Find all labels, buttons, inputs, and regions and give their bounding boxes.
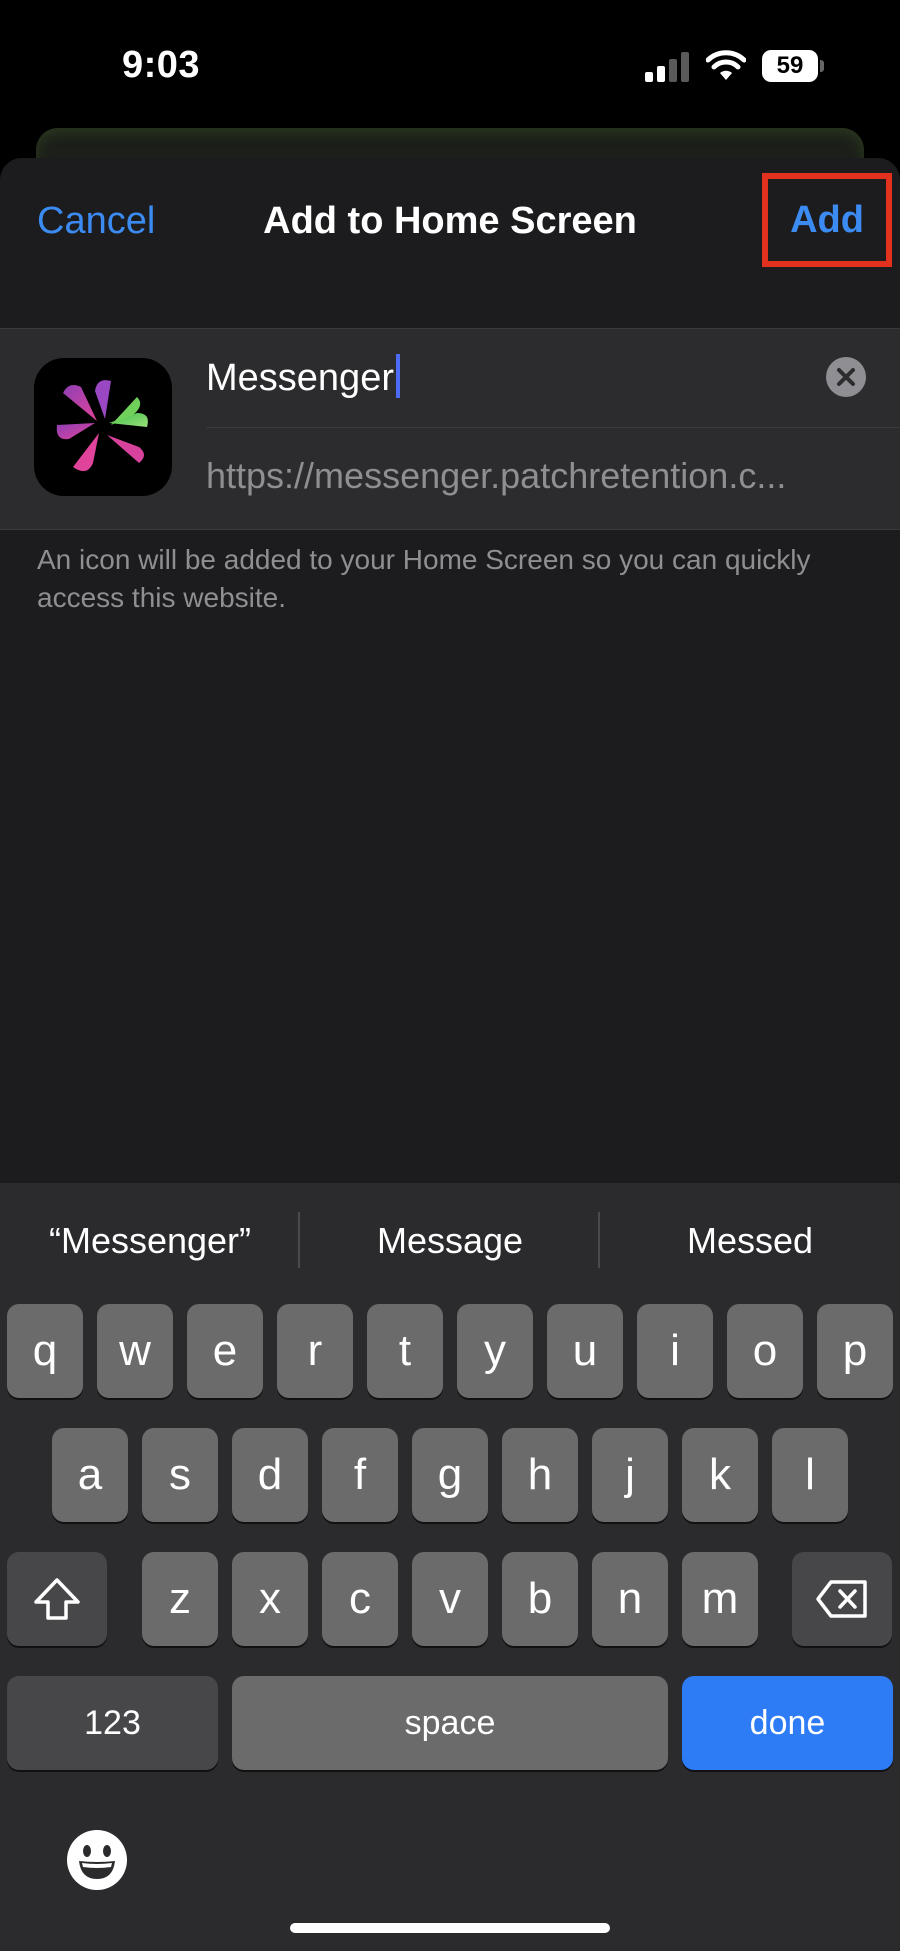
key-i[interactable]: i (637, 1304, 713, 1398)
key-c[interactable]: c (322, 1552, 398, 1646)
delete-key[interactable] (792, 1552, 892, 1646)
key-j[interactable]: j (592, 1428, 668, 1522)
key-v[interactable]: v (412, 1552, 488, 1646)
field-divider (206, 427, 900, 428)
key-h[interactable]: h (502, 1428, 578, 1522)
home-indicator (290, 1923, 610, 1933)
backspace-icon (816, 1580, 867, 1618)
url-text: https://messenger.patchretention.c... (206, 455, 787, 496)
battery-level: 59 (776, 52, 804, 79)
key-w[interactable]: w (97, 1304, 173, 1398)
battery-icon: 59 (762, 50, 824, 82)
key-b[interactable]: b (502, 1552, 578, 1646)
shift-key[interactable] (7, 1552, 107, 1646)
key-e[interactable]: e (187, 1304, 263, 1398)
key-a[interactable]: a (52, 1428, 128, 1522)
key-s[interactable]: s (142, 1428, 218, 1522)
clear-text-button[interactable] (826, 357, 866, 397)
shift-icon (34, 1578, 80, 1620)
key-f[interactable]: f (322, 1428, 398, 1522)
cellular-signal-icon (645, 52, 689, 82)
key-z[interactable]: z (142, 1552, 218, 1646)
key-q[interactable]: q (7, 1304, 83, 1398)
key-x[interactable]: x (232, 1552, 308, 1646)
done-key[interactable]: done (682, 1676, 893, 1770)
key-r[interactable]: r (277, 1304, 353, 1398)
clear-x-icon (837, 368, 855, 386)
key-o[interactable]: o (727, 1304, 803, 1398)
key-l[interactable]: l (772, 1428, 848, 1522)
add-button-label: Add (790, 198, 864, 241)
key-g[interactable]: g (412, 1428, 488, 1522)
key-d[interactable]: d (232, 1428, 308, 1522)
key-k[interactable]: k (682, 1428, 758, 1522)
logo-icon (56, 380, 148, 472)
emoji-icon[interactable] (66, 1829, 128, 1891)
key-n[interactable]: n (592, 1552, 668, 1646)
numbers-key[interactable]: 123 (7, 1676, 218, 1770)
key-u[interactable]: u (547, 1304, 623, 1398)
key-t[interactable]: t (367, 1304, 443, 1398)
footnote-text: An icon will be added to your Home Scree… (37, 544, 811, 613)
space-key[interactable]: space (232, 1676, 668, 1770)
app-icon (34, 358, 172, 496)
add-button[interactable]: Add (762, 173, 892, 267)
status-time: 9:03 (122, 44, 201, 86)
shortcut-name-input[interactable]: Messenger (206, 354, 400, 400)
key-p[interactable]: p (817, 1304, 893, 1398)
key-y[interactable]: y (457, 1304, 533, 1398)
text-cursor (395, 354, 400, 398)
shortcut-name-value: Messenger (206, 357, 394, 399)
suggestion-3[interactable]: Messed (600, 1220, 900, 1262)
wifi-icon (706, 50, 746, 80)
suggestion-1[interactable]: “Messenger” (0, 1220, 300, 1262)
suggestion-2[interactable]: Message (300, 1220, 600, 1262)
key-m[interactable]: m (682, 1552, 758, 1646)
